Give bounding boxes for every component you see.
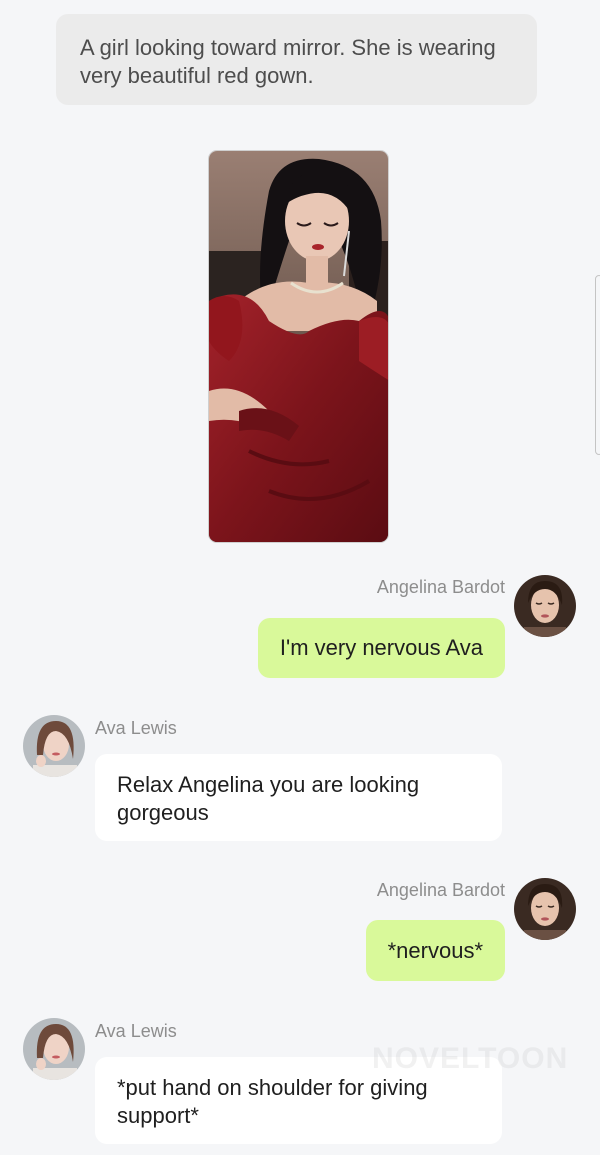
message-bubble-outgoing[interactable]: *nervous* — [365, 920, 505, 981]
scroll-handle[interactable] — [595, 275, 600, 455]
narration-bubble: A girl looking toward mirror. She is wea… — [56, 14, 537, 105]
narration-text: A girl looking toward mirror. She is wea… — [80, 35, 496, 88]
girl-in-red-gown-illustration — [209, 151, 388, 542]
watermark-logo: NOVELTOON — [372, 1042, 569, 1075]
message-bubble-outgoing[interactable]: I'm very nervous Ava — [257, 618, 505, 678]
portrait-icon — [23, 715, 85, 777]
sender-name: Angelina Bardot — [376, 880, 505, 900]
portrait-icon — [514, 878, 576, 940]
avatar-angelina-bardot[interactable] — [514, 878, 576, 940]
message-text: I'm very nervous Ava — [279, 635, 483, 660]
sender-name: Angelina Bardot — [376, 577, 505, 597]
message-text: *put hand on shoulder for giving support… — [117, 1075, 428, 1128]
story-image[interactable] — [208, 150, 389, 543]
sender-name: Ava Lewis — [95, 1021, 177, 1041]
avatar-angelina-bardot[interactable] — [514, 575, 576, 637]
message-bubble-incoming[interactable]: Relax Angelina you are looking gorgeous — [95, 754, 502, 841]
message-text: Relax Angelina you are looking gorgeous — [117, 772, 420, 825]
avatar-ava-lewis[interactable] — [23, 1018, 85, 1080]
sender-name: Ava Lewis — [95, 718, 177, 738]
message-text: *nervous* — [387, 937, 483, 963]
portrait-icon — [514, 575, 576, 637]
avatar-ava-lewis[interactable] — [23, 715, 85, 777]
portrait-icon — [23, 1018, 85, 1080]
